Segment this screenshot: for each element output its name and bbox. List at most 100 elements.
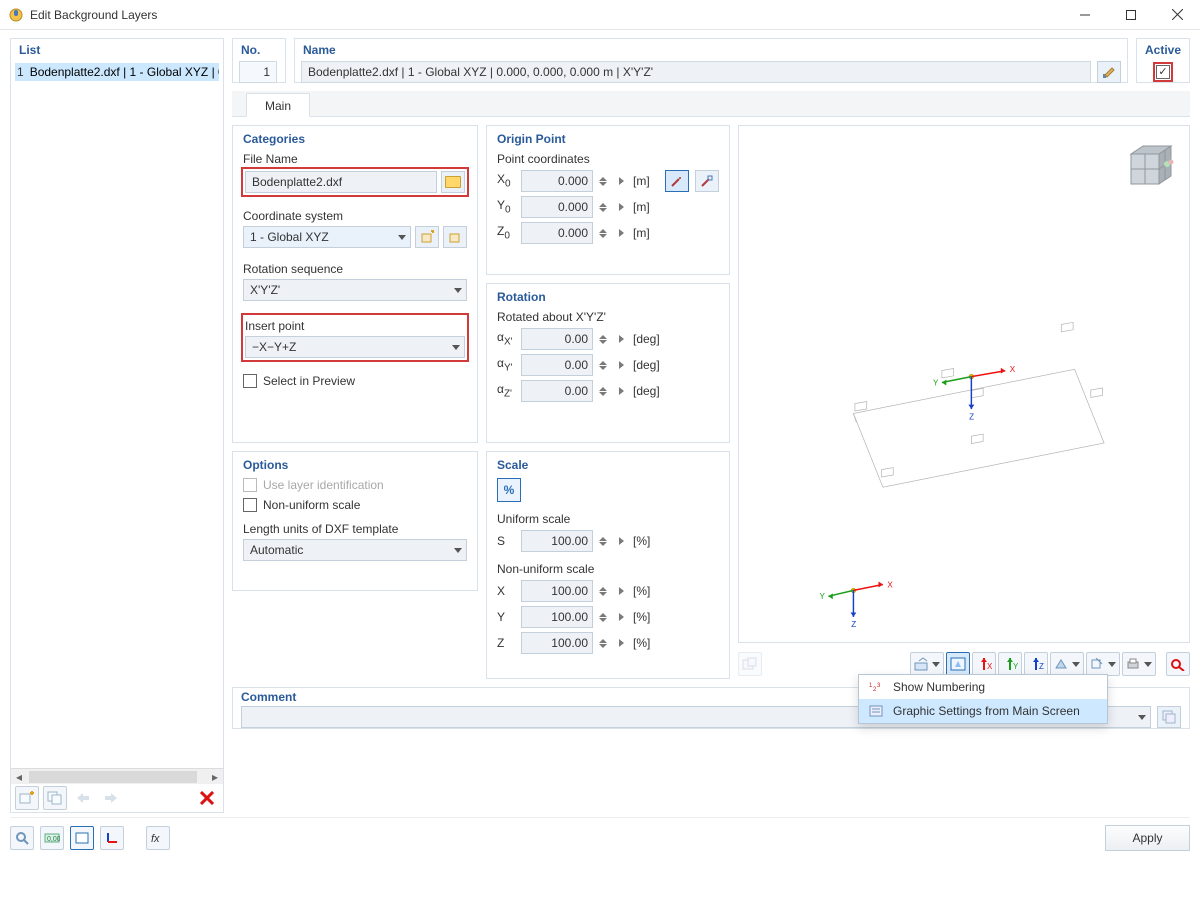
units-button[interactable]: 0,00 bbox=[40, 826, 64, 850]
new-coordsys-button[interactable] bbox=[415, 226, 439, 248]
rot-ay-spinner[interactable] bbox=[599, 354, 611, 376]
new-item-button[interactable] bbox=[15, 786, 39, 810]
nonuniform-scale-label: Non-uniform scale bbox=[263, 498, 360, 512]
rot-az-input[interactable]: 0.00 bbox=[521, 380, 593, 402]
scale-s-input[interactable]: 100.00 bbox=[521, 530, 593, 552]
svg-text:Y: Y bbox=[933, 378, 939, 387]
length-units-value: Automatic bbox=[250, 543, 303, 557]
chevron-down-icon bbox=[454, 548, 462, 553]
preview-zoom-extents[interactable] bbox=[946, 652, 970, 676]
chevron-down-icon bbox=[398, 235, 406, 240]
nav-next-button bbox=[99, 786, 123, 810]
insert-point-select[interactable]: −X−Y+Z bbox=[245, 336, 465, 358]
window-close[interactable] bbox=[1154, 0, 1200, 30]
arrow-right-icon[interactable] bbox=[619, 335, 627, 343]
view-mode-button[interactable] bbox=[70, 826, 94, 850]
name-field[interactable]: Bodenplatte2.dxf | 1 - Global XYZ | 0.00… bbox=[301, 61, 1091, 83]
comment-library-button[interactable] bbox=[1157, 706, 1181, 728]
preview-view-y[interactable]: Y bbox=[998, 652, 1022, 676]
scale-percent-toggle[interactable]: % bbox=[497, 478, 521, 502]
edit-name-button[interactable] bbox=[1097, 61, 1121, 83]
length-units-label: Length units of DXF template bbox=[243, 522, 467, 536]
arrow-right-icon[interactable] bbox=[619, 387, 627, 395]
origin-z-input[interactable]: 0.000 bbox=[521, 222, 593, 244]
scroll-left-icon[interactable]: ◂ bbox=[11, 769, 27, 785]
scale-x-input[interactable]: 100.00 bbox=[521, 580, 593, 602]
preview-print-menu[interactable] bbox=[1122, 652, 1156, 676]
window-maximize[interactable] bbox=[1108, 0, 1154, 30]
arrow-right-icon[interactable] bbox=[619, 537, 627, 545]
origin-x-spinner[interactable] bbox=[599, 170, 611, 192]
menu-show-numbering-label: Show Numbering bbox=[893, 680, 985, 694]
scale-panel: Scale % Uniform scale S 100.00 [%] Non-u… bbox=[486, 451, 730, 679]
menu-show-numbering[interactable]: 123 Show Numbering bbox=[859, 675, 1107, 699]
horizontal-scrollbar[interactable]: ◂ ▸ bbox=[11, 768, 223, 784]
arrow-right-icon[interactable] bbox=[619, 229, 627, 237]
rot-ay-input[interactable]: 0.00 bbox=[521, 354, 593, 376]
origin-x-input[interactable]: 0.000 bbox=[521, 170, 593, 192]
copy-item-button[interactable] bbox=[43, 786, 67, 810]
file-name-label: File Name bbox=[243, 152, 467, 166]
origin-y-spinner[interactable] bbox=[599, 196, 611, 218]
svg-text:Z: Z bbox=[969, 412, 974, 421]
arrow-right-icon[interactable] bbox=[619, 177, 627, 185]
arrow-right-icon[interactable] bbox=[619, 203, 627, 211]
preview-refresh[interactable] bbox=[1166, 652, 1190, 676]
categories-header: Categories bbox=[243, 132, 467, 146]
tab-main[interactable]: Main bbox=[246, 93, 310, 117]
rot-az-spinner[interactable] bbox=[599, 380, 611, 402]
rot-az-label: αZ' bbox=[497, 382, 515, 399]
list-toolbar bbox=[11, 784, 223, 812]
origin-y-input[interactable]: 0.000 bbox=[521, 196, 593, 218]
file-name-field[interactable]: Bodenplatte2.dxf bbox=[245, 171, 437, 193]
scale-header: Scale bbox=[497, 458, 719, 472]
origin-z-spinner[interactable] bbox=[599, 222, 611, 244]
select-in-preview-checkbox[interactable] bbox=[243, 374, 257, 388]
preview-view-z[interactable]: Z bbox=[1024, 652, 1048, 676]
scale-z-input[interactable]: 100.00 bbox=[521, 632, 593, 654]
categories-panel: Categories File Name Bodenplatte2.dxf Co… bbox=[232, 125, 478, 443]
delete-item-button[interactable] bbox=[195, 786, 219, 810]
rotation-seq-select[interactable]: X'Y'Z' bbox=[243, 279, 467, 301]
chevron-down-icon bbox=[454, 288, 462, 293]
preview-viewport[interactable]: X Y Z X bbox=[738, 125, 1190, 643]
axes-button[interactable] bbox=[100, 826, 124, 850]
coord-system-select[interactable]: 1 - Global XYZ bbox=[243, 226, 411, 248]
scale-s-spinner[interactable] bbox=[599, 530, 611, 552]
window-minimize[interactable] bbox=[1062, 0, 1108, 30]
no-value[interactable]: 1 bbox=[239, 61, 277, 83]
preview-display-menu[interactable] bbox=[910, 652, 944, 676]
browse-file-button[interactable] bbox=[441, 171, 465, 193]
preview-view-x[interactable]: X bbox=[972, 652, 996, 676]
preview-shading-menu[interactable] bbox=[1050, 652, 1084, 676]
preview-view-menu[interactable] bbox=[1086, 652, 1120, 676]
preview-toolbar: X Y Z 123 S bbox=[738, 649, 1190, 679]
nonuniform-scale-checkbox[interactable] bbox=[243, 498, 257, 512]
apply-button[interactable]: Apply bbox=[1105, 825, 1190, 851]
rotation-panel: Rotation Rotated about X'Y'Z' αX' 0.00 [… bbox=[486, 283, 730, 443]
rotation-header: Rotation bbox=[497, 290, 719, 304]
list-panel: List 1 Bodenplatte2.dxf | 1 - Global XYZ… bbox=[10, 38, 224, 813]
length-units-select[interactable]: Automatic bbox=[243, 539, 467, 561]
rot-ax-input[interactable]: 0.00 bbox=[521, 328, 593, 350]
origin-panel: Origin Point Point coordinates X0 0.000 … bbox=[486, 125, 730, 275]
options-header: Options bbox=[243, 458, 467, 472]
pick-point-button[interactable] bbox=[665, 170, 689, 192]
name-panel: Name Bodenplatte2.dxf | 1 - Global XYZ |… bbox=[294, 38, 1128, 83]
active-checkbox[interactable] bbox=[1156, 65, 1170, 79]
list-item[interactable]: 1 Bodenplatte2.dxf | 1 - Global XYZ | 0 bbox=[15, 63, 219, 81]
axis-gizmo-icon: X Y Z bbox=[820, 580, 894, 629]
scale-y-input[interactable]: 100.00 bbox=[521, 606, 593, 628]
pick-point-alt-button[interactable] bbox=[695, 170, 719, 192]
scale-s-label: S bbox=[497, 534, 515, 548]
app-icon bbox=[8, 7, 24, 23]
scroll-right-icon[interactable]: ▸ bbox=[207, 769, 223, 785]
manage-coordsys-button[interactable] bbox=[443, 226, 467, 248]
rotation-seq-value: X'Y'Z' bbox=[250, 283, 280, 297]
rot-ax-spinner[interactable] bbox=[599, 328, 611, 350]
menu-graphic-settings[interactable]: Graphic Settings from Main Screen bbox=[859, 699, 1107, 723]
script-button[interactable]: fx bbox=[146, 826, 170, 850]
svg-text:Z: Z bbox=[851, 620, 856, 629]
help-button[interactable] bbox=[10, 826, 34, 850]
arrow-right-icon[interactable] bbox=[619, 361, 627, 369]
